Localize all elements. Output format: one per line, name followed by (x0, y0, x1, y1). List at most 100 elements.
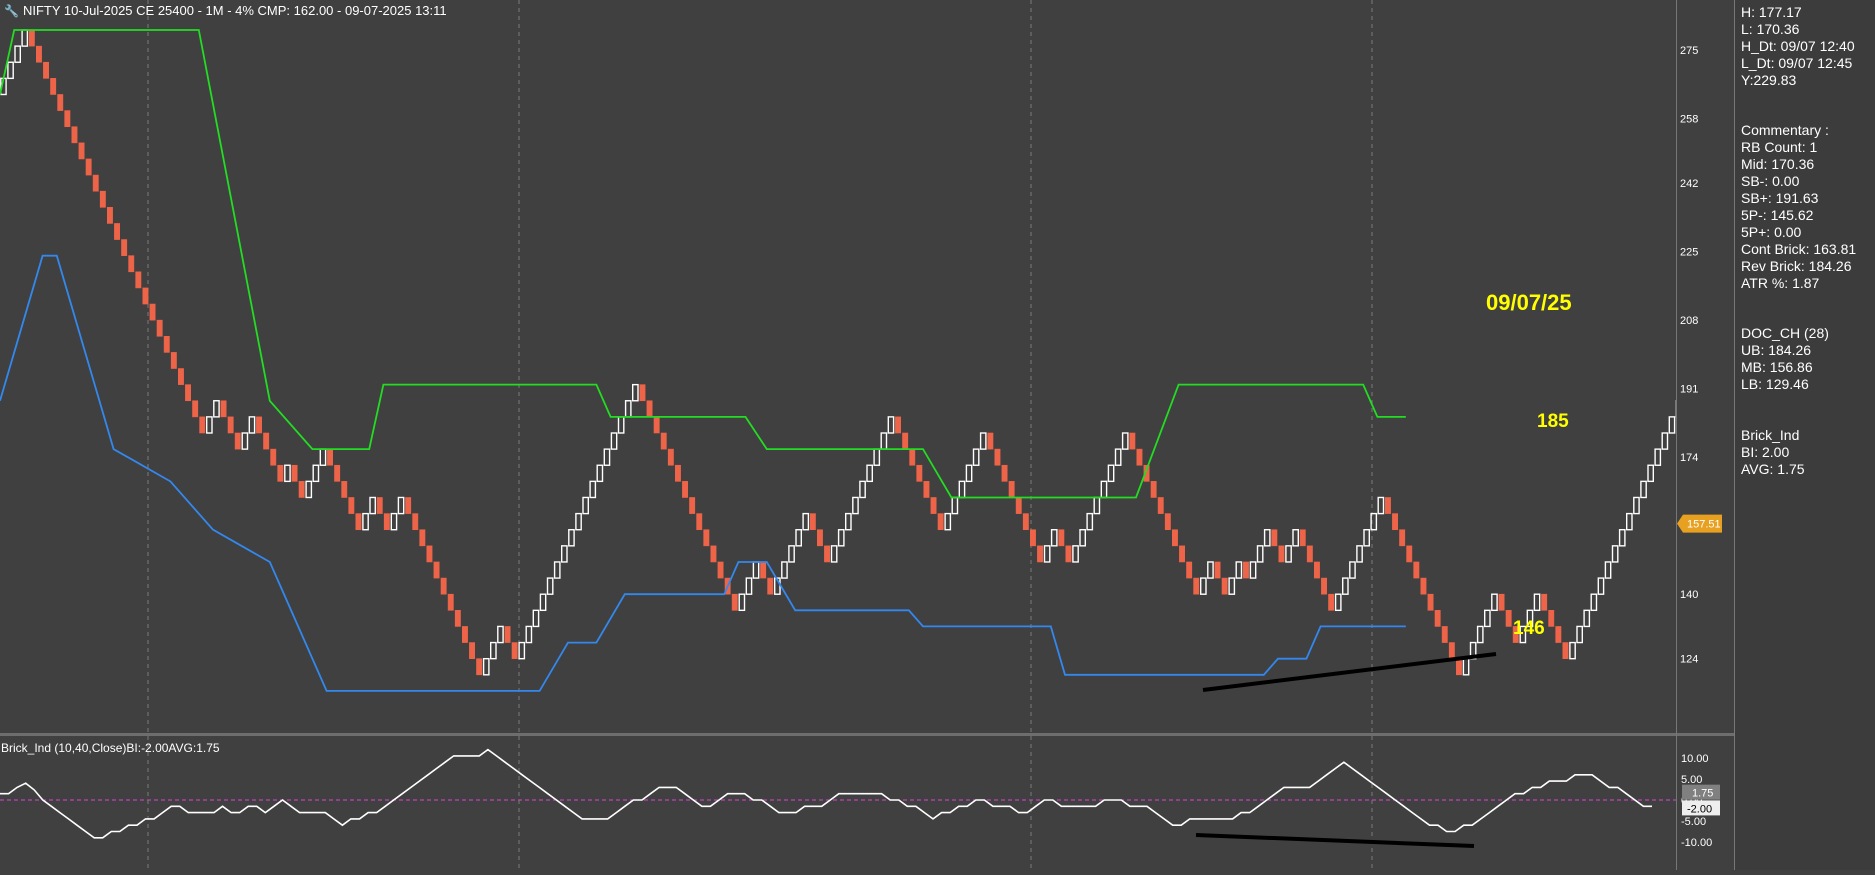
down-brick (660, 432, 667, 450)
up-brick (589, 480, 597, 499)
down-brick (405, 497, 412, 514)
wrench-icon[interactable]: 🔧 (4, 4, 19, 18)
down-brick (234, 432, 241, 450)
up-brick (1249, 561, 1257, 579)
info-line: Commentary : (1741, 122, 1829, 138)
down-brick (1164, 513, 1171, 531)
up-brick (1462, 657, 1470, 676)
down-brick (1172, 529, 1178, 547)
info-line: SB+: 191.63 (1741, 190, 1819, 206)
up-brick (497, 625, 504, 644)
down-brick (1328, 593, 1335, 611)
down-brick (653, 416, 660, 434)
up-brick (539, 593, 547, 612)
brick-ind-chart (0, 736, 1677, 870)
price-axis[interactable]: 275258242225208191174157140124157.5110.0… (1677, 0, 1735, 870)
up-brick (745, 577, 753, 595)
down-brick (461, 626, 468, 643)
up-brick (241, 432, 249, 450)
down-brick (1001, 464, 1008, 482)
down-brick (1065, 545, 1072, 563)
down-brick (717, 561, 724, 579)
down-brick (923, 481, 930, 498)
up-brick (788, 545, 795, 563)
up-brick (1569, 641, 1576, 660)
up-brick (248, 416, 256, 434)
up-brick (390, 512, 398, 531)
down-brick (1385, 497, 1391, 514)
indicator-panel[interactable] (0, 736, 1677, 870)
down-brick (1186, 561, 1193, 579)
ind-tick-label: 5.00 (1681, 774, 1702, 786)
ind-tick-label: 10.00 (1681, 753, 1709, 765)
down-brick (902, 432, 909, 450)
down-brick (277, 464, 284, 482)
up-brick (1611, 545, 1619, 563)
info-line: BI: 2.00 (1741, 444, 1790, 460)
up-brick (369, 496, 377, 515)
up-brick (1043, 545, 1051, 563)
down-brick (1555, 626, 1562, 643)
down-brick (220, 400, 227, 418)
up-brick (490, 641, 497, 660)
down-brick (114, 223, 121, 240)
divergence-trendline (1195, 833, 1475, 848)
down-brick (1321, 577, 1328, 595)
up-brick (1292, 529, 1300, 547)
info-line: 5P+: 0.00 (1741, 224, 1802, 240)
down-brick (1448, 642, 1455, 659)
up-brick (1341, 577, 1349, 595)
panel-divider[interactable] (0, 733, 1735, 736)
up-brick (1668, 416, 1676, 434)
up-brick (1256, 545, 1264, 563)
down-brick (1030, 529, 1036, 547)
up-brick (802, 512, 810, 531)
up-brick (1633, 496, 1640, 515)
up-brick (319, 448, 327, 466)
up-brick (866, 464, 874, 483)
up-brick (553, 561, 561, 579)
up-brick (1050, 529, 1058, 547)
ind-tick-label: -5.00 (1681, 816, 1706, 828)
y-tick-label: 225 (1680, 247, 1698, 259)
info-line: MB: 156.86 (1741, 359, 1813, 375)
bi-marker-label: -2.00 (1687, 803, 1712, 815)
up-brick (1377, 496, 1385, 515)
down-brick (689, 497, 696, 514)
renko-chart: 09/07/25 185 146 (0, 0, 1875, 735)
down-brick (809, 513, 816, 531)
down-brick (1129, 432, 1136, 450)
up-brick (1072, 545, 1079, 563)
down-brick (1306, 545, 1313, 563)
down-brick (1271, 529, 1278, 547)
price-axis-labels: 275258242225208191174157140124157.5110.0… (1677, 45, 1722, 849)
down-brick (78, 142, 85, 160)
info-line: AVG: 1.75 (1741, 461, 1805, 477)
up-brick (518, 641, 526, 660)
price-annotation: 09/07/25 (1486, 290, 1572, 315)
up-brick (752, 561, 760, 579)
down-brick (909, 448, 916, 466)
up-brick (1625, 512, 1633, 531)
y-tick-label: 174 (1680, 452, 1698, 464)
up-brick (482, 657, 490, 676)
down-brick (1314, 561, 1320, 579)
up-brick (568, 529, 575, 547)
brick-ind-line (0, 748, 1652, 839)
up-brick (1107, 464, 1115, 483)
down-brick (227, 416, 234, 434)
up-brick (1199, 577, 1207, 595)
down-brick (1505, 610, 1512, 627)
down-brick (476, 658, 483, 676)
renko-chart-panel[interactable]: 09/07/25 185 146 (0, 0, 1875, 735)
up-brick (525, 625, 533, 644)
up-brick (21, 29, 29, 47)
up-brick (1661, 432, 1669, 450)
up-brick (582, 496, 590, 515)
down-brick (916, 464, 923, 482)
down-brick (50, 78, 57, 95)
upper-band-line (0, 29, 1406, 499)
info-line: UB: 184.26 (1741, 342, 1812, 358)
down-brick (1157, 497, 1164, 514)
down-brick (1179, 545, 1186, 563)
